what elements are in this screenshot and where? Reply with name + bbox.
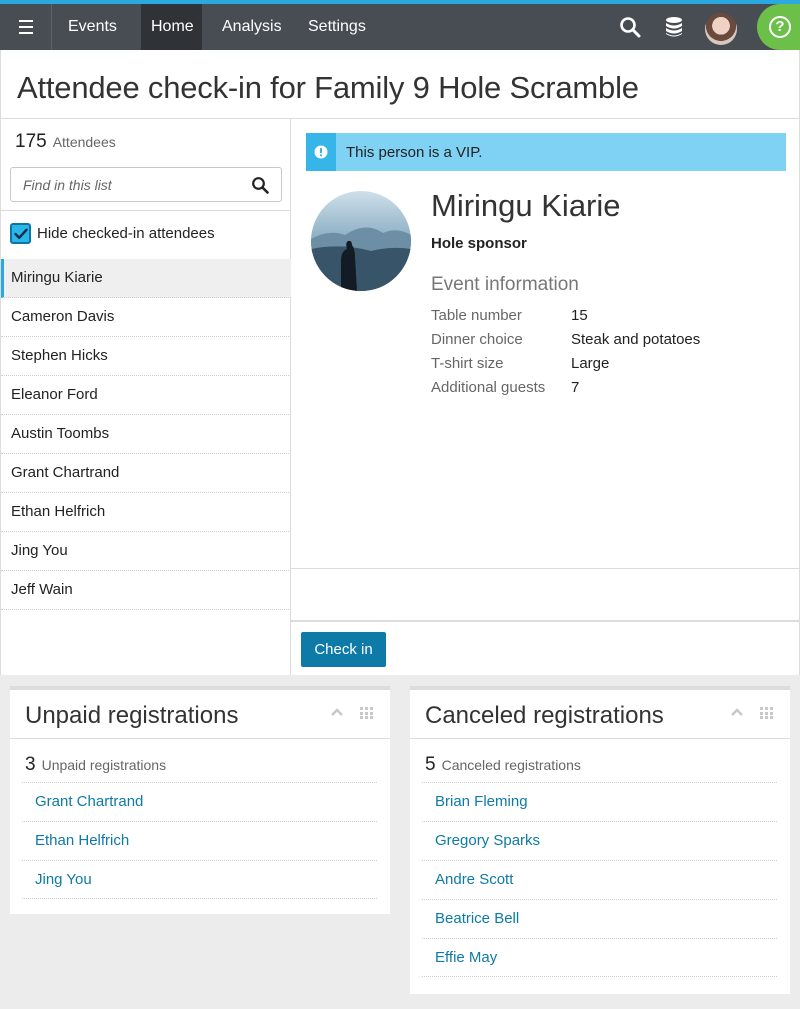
event-info-key: Table number: [431, 307, 522, 324]
nav-analysis[interactable]: Analysis: [212, 4, 292, 50]
hide-checked-in-checkbox[interactable]: [10, 223, 31, 244]
event-info-row: Additional guests 7: [431, 378, 700, 402]
canceled-registration-link[interactable]: Beatrice Bell: [422, 899, 777, 938]
unpaid-registration-link[interactable]: Jing You: [22, 860, 377, 899]
attendee-role: Hole sponsor: [431, 235, 527, 252]
unpaid-registrations-card: Unpaid registrations 3 Unpaid registratio…: [10, 686, 390, 914]
event-info-key: T-shirt size: [431, 355, 504, 372]
event-info-row: T-shirt size Large: [431, 354, 700, 378]
attendee-list-item[interactable]: Cameron Davis: [1, 298, 291, 337]
event-info-key: Additional guests: [431, 379, 546, 396]
canceled-registration-link[interactable]: Effie May: [422, 938, 777, 977]
attendee-list-item[interactable]: Jeff Wain: [1, 571, 291, 610]
card-title: Unpaid registrations: [25, 702, 239, 729]
canceled-registration-link[interactable]: Brian Fleming: [422, 782, 777, 821]
unpaid-list: Grant Chartrand Ethan Helfrich Jing You: [22, 782, 377, 899]
attendee-name: Miringu Kiarie: [431, 188, 621, 223]
canceled-count: 5 Canceled registrations: [425, 754, 581, 776]
attendee-list-item[interactable]: Jing You: [1, 532, 291, 571]
checkmark-icon: [13, 228, 28, 239]
hide-checked-in-toggle[interactable]: Hide checked-in attendees: [10, 223, 215, 244]
canceled-count-label: Canceled registrations: [441, 757, 581, 773]
nav-home[interactable]: Home: [141, 4, 202, 50]
canceled-registration-link[interactable]: Gregory Sparks: [422, 821, 777, 860]
database-icon[interactable]: [662, 15, 686, 39]
attendee-list-item-selected[interactable]: Miringu Kiarie: [1, 259, 291, 298]
attendee-list-item[interactable]: Ethan Helfrich: [1, 493, 291, 532]
drag-handle-icon[interactable]: [360, 707, 374, 719]
check-in-button[interactable]: Check in: [301, 632, 386, 667]
attendee-count-label: Attendees: [52, 134, 116, 150]
search-icon[interactable]: [251, 176, 269, 194]
nav-events[interactable]: Events: [58, 4, 127, 50]
attendee-photo: [311, 191, 411, 291]
chevron-up-icon[interactable]: [329, 704, 345, 720]
divider: [410, 738, 790, 739]
card-title: Canceled registrations: [425, 702, 664, 729]
event-info-row: Table number 15: [431, 306, 700, 330]
nav-settings[interactable]: Settings: [298, 4, 376, 50]
unpaid-count: 3 Unpaid registrations: [25, 754, 166, 776]
attendee-list: Miringu Kiarie Cameron Davis Stephen Hic…: [1, 259, 291, 610]
event-info-value: 15: [571, 307, 588, 324]
search-input[interactable]: [11, 168, 231, 201]
info-icon: [306, 133, 336, 171]
canceled-registration-link[interactable]: Andre Scott: [422, 860, 777, 899]
attendee-count-number: 175: [15, 131, 47, 152]
unpaid-count-number: 3: [25, 754, 36, 775]
chevron-up-icon[interactable]: [729, 704, 745, 720]
user-avatar[interactable]: [705, 13, 737, 45]
unpaid-registration-link[interactable]: Ethan Helfrich: [22, 821, 377, 860]
attendee-list-item[interactable]: Stephen Hicks: [1, 337, 291, 376]
event-info-key: Dinner choice: [431, 331, 523, 348]
event-info-row: Dinner choice Steak and potatoes: [431, 330, 700, 354]
attendee-count: 175 Attendees: [15, 131, 116, 153]
divider: [1, 210, 291, 211]
canceled-registrations-card: Canceled registrations 5 Canceled registr…: [410, 686, 790, 994]
event-info-value: Large: [571, 355, 610, 372]
menu-icon[interactable]: [0, 4, 52, 50]
event-info-table: Table number 15 Dinner choice Steak and …: [431, 306, 700, 402]
event-info-heading: Event information: [431, 274, 579, 295]
divider: [291, 568, 800, 569]
canceled-list: Brian Fleming Gregory Sparks Andre Scott…: [422, 782, 777, 977]
divider: [291, 620, 800, 622]
search-field: [10, 167, 282, 202]
canceled-count-number: 5: [425, 754, 436, 775]
check-in-panel: Attendee check-in for Family 9 Hole Scra…: [0, 50, 800, 675]
vip-alert: This person is a VIP.: [306, 133, 786, 171]
vip-alert-text: This person is a VIP.: [346, 143, 483, 161]
help-button[interactable]: ?: [757, 4, 800, 50]
unpaid-count-label: Unpaid registrations: [41, 757, 167, 773]
page-title: Attendee check-in for Family 9 Hole Scra…: [17, 70, 639, 105]
event-info-value: Steak and potatoes: [571, 331, 701, 348]
help-icon: ?: [769, 16, 791, 38]
divider: [10, 738, 390, 739]
drag-handle-icon[interactable]: [760, 707, 774, 719]
search-icon[interactable]: [618, 15, 642, 39]
attendee-list-item[interactable]: Austin Toombs: [1, 415, 291, 454]
attendee-list-panel: 175 Attendees Hide checked-in attendees M…: [1, 119, 291, 675]
unpaid-registration-link[interactable]: Grant Chartrand: [22, 782, 377, 821]
event-info-value: 7: [571, 379, 580, 396]
hide-checked-in-label: Hide checked-in attendees: [37, 225, 215, 242]
top-navigation-bar: Events Home Analysis Settings ?: [0, 0, 800, 50]
attendee-list-item[interactable]: Grant Chartrand: [1, 454, 291, 493]
attendee-list-item[interactable]: Eleanor Ford: [1, 376, 291, 415]
